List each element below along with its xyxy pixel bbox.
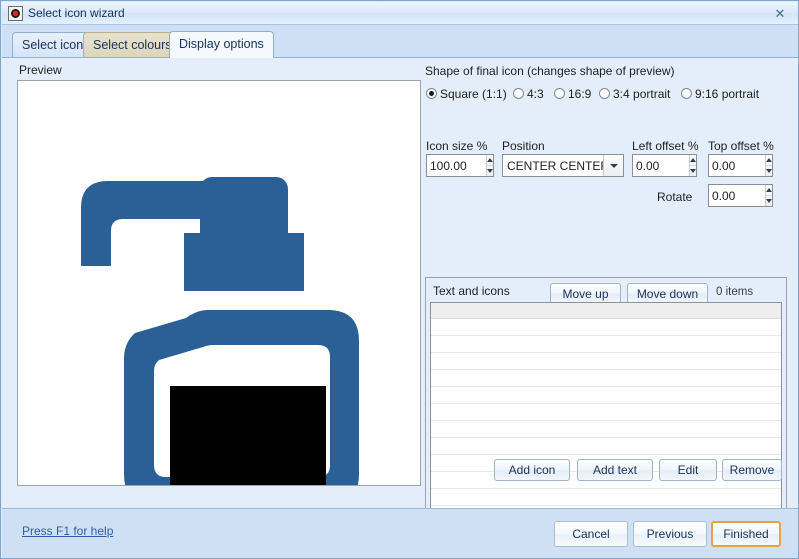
previous-button[interactable]: Previous bbox=[633, 521, 707, 547]
list-item[interactable] bbox=[431, 353, 781, 370]
wizard-window: Select icon wizard ✕ Select icon Select … bbox=[0, 0, 799, 559]
title-bar: Select icon wizard ✕ bbox=[2, 2, 798, 25]
rotate-label: Rotate bbox=[657, 190, 693, 204]
top-offset-label: Top offset % bbox=[708, 139, 774, 153]
add-icon-button[interactable]: Add icon bbox=[494, 459, 570, 481]
list-item[interactable] bbox=[431, 421, 781, 438]
items-count-label: 0 items bbox=[716, 286, 754, 298]
help-link[interactable]: Press F1 for help bbox=[22, 524, 113, 538]
spin-down-icon[interactable] bbox=[690, 165, 697, 176]
left-offset-input[interactable] bbox=[633, 155, 690, 176]
cancel-button[interactable]: Cancel bbox=[554, 521, 628, 547]
edit-button[interactable]: Edit bbox=[659, 459, 717, 481]
tab-strip: Select icon Select colours Display optio… bbox=[2, 25, 798, 58]
left-offset-spin-buttons[interactable] bbox=[689, 155, 697, 176]
radio-label: 4:3 bbox=[527, 87, 544, 101]
radio-3-4-portrait[interactable]: 3:4 portrait bbox=[599, 87, 670, 103]
position-label: Position bbox=[502, 139, 545, 153]
radio-dot-icon bbox=[599, 88, 610, 99]
list-item[interactable] bbox=[431, 336, 781, 353]
left-offset-stepper[interactable] bbox=[632, 154, 697, 177]
radio-dot-icon bbox=[426, 88, 437, 99]
move-up-button[interactable]: Move up bbox=[550, 283, 621, 304]
icon-size-label: Icon size % bbox=[426, 139, 488, 153]
client-area: Preview Shape of final icon (changes sha… bbox=[2, 57, 798, 542]
shape-caption: Shape of final icon (changes shape of pr… bbox=[425, 64, 675, 78]
tab-select-icon[interactable]: Select icon bbox=[12, 32, 94, 58]
spin-up-icon[interactable] bbox=[487, 155, 494, 165]
finished-button[interactable]: Finished bbox=[711, 521, 781, 547]
left-offset-label: Left offset % bbox=[632, 139, 699, 153]
spin-down-icon[interactable] bbox=[487, 165, 494, 176]
radio-label: Square (1:1) bbox=[440, 87, 507, 101]
spin-up-icon[interactable] bbox=[766, 185, 773, 195]
move-down-button[interactable]: Move down bbox=[627, 283, 708, 304]
radio-4-3[interactable]: 4:3 bbox=[513, 87, 544, 103]
preview-panel[interactable] bbox=[17, 80, 421, 486]
footer-bar: Press F1 for help Cancel Previous Finish… bbox=[2, 508, 798, 558]
top-offset-input[interactable] bbox=[709, 155, 766, 176]
list-item[interactable] bbox=[431, 370, 781, 387]
list-item[interactable] bbox=[431, 319, 781, 336]
close-icon[interactable]: ✕ bbox=[765, 4, 795, 23]
tab-display-options[interactable]: Display options bbox=[169, 31, 274, 58]
rotate-spin-buttons[interactable] bbox=[765, 185, 773, 206]
spin-down-icon[interactable] bbox=[766, 165, 773, 176]
target-icon bbox=[8, 6, 23, 21]
radio-16-9[interactable]: 16:9 bbox=[554, 87, 591, 103]
icon-size-spin-buttons[interactable] bbox=[486, 155, 494, 176]
radio-dot-icon bbox=[513, 88, 524, 99]
overlay-rect bbox=[170, 386, 326, 485]
spin-up-icon[interactable] bbox=[766, 155, 773, 165]
text-and-icons-caption: Text and icons bbox=[433, 284, 510, 298]
window-title: Select icon wizard bbox=[28, 6, 125, 20]
top-offset-stepper[interactable] bbox=[708, 154, 773, 177]
radio-9-16-portrait[interactable]: 9:16 portrait bbox=[681, 87, 759, 103]
position-select[interactable]: CENTER CENTER bbox=[502, 154, 624, 177]
icon-size-input[interactable] bbox=[427, 155, 487, 176]
list-item[interactable] bbox=[431, 387, 781, 404]
icon-size-stepper[interactable] bbox=[426, 154, 494, 177]
add-text-button[interactable]: Add text bbox=[577, 459, 653, 481]
list-item[interactable] bbox=[431, 489, 781, 506]
spin-down-icon[interactable] bbox=[766, 195, 773, 206]
rotate-input[interactable] bbox=[709, 185, 766, 206]
soap-dispenser-icon bbox=[81, 177, 359, 485]
list-header bbox=[431, 303, 781, 319]
list-item[interactable] bbox=[431, 438, 781, 455]
radio-dot-icon bbox=[554, 88, 565, 99]
radio-label: 16:9 bbox=[568, 87, 592, 101]
radio-label: 3:4 portrait bbox=[613, 87, 671, 101]
position-value: CENTER CENTER bbox=[507, 158, 603, 173]
radio-dot-icon bbox=[681, 88, 692, 99]
radio-label: 9:16 portrait bbox=[695, 87, 760, 101]
list-item[interactable] bbox=[431, 404, 781, 421]
chevron-down-icon[interactable] bbox=[603, 155, 623, 176]
tab-select-colours[interactable]: Select colours bbox=[83, 32, 182, 58]
preview-label: Preview bbox=[19, 63, 62, 77]
rotate-stepper[interactable] bbox=[708, 184, 773, 207]
remove-button[interactable]: Remove bbox=[722, 459, 782, 481]
spin-up-icon[interactable] bbox=[690, 155, 697, 165]
radio-square-1-1[interactable]: Square (1:1) bbox=[426, 87, 507, 103]
top-offset-spin-buttons[interactable] bbox=[765, 155, 773, 176]
